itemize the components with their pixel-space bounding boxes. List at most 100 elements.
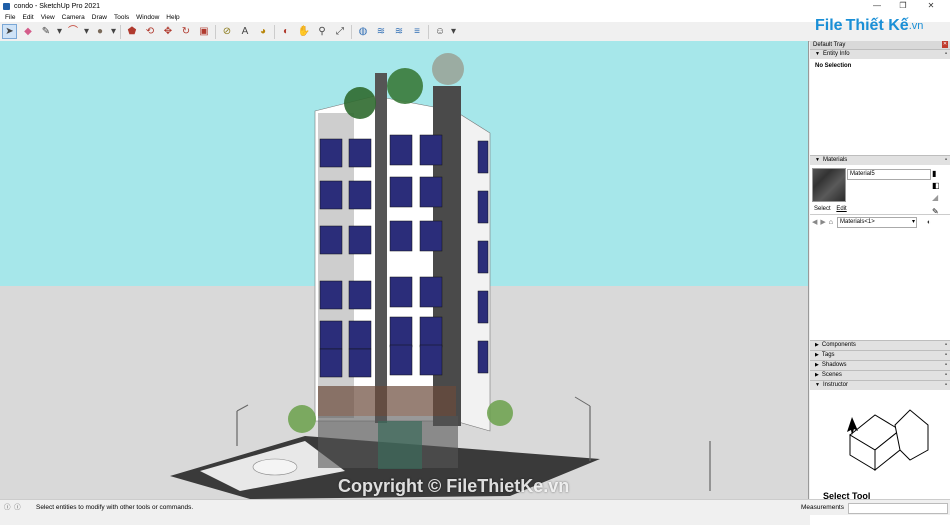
warehouse-icon[interactable]: ◍ bbox=[356, 25, 370, 39]
material-collection-select[interactable]: Materials<1> bbox=[837, 216, 918, 228]
material-name-field[interactable]: Material5 bbox=[847, 169, 931, 180]
tray-close-icon[interactable]: ✕ bbox=[942, 41, 948, 48]
materials-label: Materials bbox=[822, 157, 848, 163]
minimize-button[interactable]: — bbox=[866, 0, 888, 12]
default-material-icon[interactable]: ◧ bbox=[932, 181, 940, 190]
account-dropdown-icon[interactable]: ▾ bbox=[451, 25, 456, 39]
expand-arrow-icon: ▶ bbox=[815, 352, 819, 358]
panel-close-icon[interactable]: ▪ bbox=[945, 156, 947, 165]
account-icon[interactable]: ☺ bbox=[433, 25, 447, 39]
instructor-label: Instructor bbox=[822, 382, 848, 388]
toolbar-separator bbox=[428, 24, 429, 39]
car bbox=[252, 458, 298, 476]
entity-info-header[interactable]: ▼ Entity Info ▪ bbox=[810, 49, 950, 59]
expand-arrow-icon: ▶ bbox=[815, 342, 819, 348]
push-pull-icon[interactable]: ⬟ bbox=[125, 25, 139, 39]
zoom-icon[interactable]: ⚲ bbox=[315, 25, 329, 39]
components-label: Components bbox=[821, 342, 856, 348]
forward-icon[interactable]: ▶ bbox=[820, 218, 825, 226]
extension-warehouse-icon[interactable]: ≋ bbox=[374, 25, 388, 39]
entity-info-label: Entity Info bbox=[822, 51, 850, 57]
sketchup-sends-icon[interactable]: ≡ bbox=[410, 25, 424, 39]
sample-paint-icon[interactable]: ✎ bbox=[932, 207, 939, 216]
arc-dropdown-icon[interactable]: ▾ bbox=[84, 25, 89, 39]
panel-close-icon[interactable]: ▪ bbox=[945, 50, 947, 59]
text-icon[interactable]: A bbox=[238, 25, 252, 39]
orbit-icon[interactable]: ◐ bbox=[279, 25, 293, 39]
default-tray: Default Tray ✕ ▼ Entity Info ▪ No Selecti… bbox=[810, 41, 950, 525]
components-header[interactable]: ▶ Components ▪ bbox=[810, 340, 950, 350]
tab-edit[interactable]: Edit bbox=[836, 206, 846, 212]
shape-dropdown-icon[interactable]: ▾ bbox=[111, 25, 116, 39]
panel-close-icon[interactable]: ▪ bbox=[945, 371, 947, 380]
instructor-header[interactable]: ▼ Instructor ▪ bbox=[810, 380, 950, 390]
menu-bar: File Edit View Camera Draw Tools Window … bbox=[0, 12, 950, 22]
menu-view[interactable]: View bbox=[41, 14, 55, 21]
tags-header[interactable]: ▶ Tags ▪ bbox=[810, 350, 950, 360]
material-swatch[interactable] bbox=[812, 168, 846, 202]
toolbar-separator bbox=[120, 24, 121, 39]
rotate-icon[interactable]: ↻ bbox=[179, 25, 193, 39]
menu-draw[interactable]: Draw bbox=[92, 14, 107, 21]
eraser-icon[interactable]: ◆ bbox=[21, 25, 35, 39]
menu-file[interactable]: File bbox=[5, 14, 15, 21]
logo-part-2: Thiết Kế bbox=[845, 17, 909, 34]
move-icon[interactable]: ✥ bbox=[161, 25, 175, 39]
collapse-arrow-icon: ▼ bbox=[815, 51, 820, 57]
entity-info-body: No Selection bbox=[810, 59, 950, 155]
expand-arrow-icon: ▶ bbox=[815, 372, 819, 378]
panel-close-icon[interactable]: ▪ bbox=[945, 341, 947, 350]
menu-tools[interactable]: Tools bbox=[114, 14, 129, 21]
toolbar-separator bbox=[274, 24, 275, 39]
zoom-extents-icon[interactable]: ⤢ bbox=[333, 25, 347, 39]
tree bbox=[288, 405, 316, 433]
offset-icon[interactable]: ▣ bbox=[197, 25, 211, 39]
model-viewport[interactable] bbox=[0, 41, 809, 499]
menu-window[interactable]: Window bbox=[136, 14, 159, 21]
pencil-dropdown-icon[interactable]: ▾ bbox=[57, 25, 62, 39]
home-icon[interactable]: ⌂ bbox=[829, 219, 833, 226]
entity-info-value: No Selection bbox=[815, 63, 852, 69]
material-preview-toggle-icon[interactable]: ◢ bbox=[932, 193, 938, 202]
materials-body: Material5 ▮ ◧ ◢ Select Edit ✎ ◀ ▶ ⌂ Mate… bbox=[810, 165, 950, 340]
close-window-button[interactable]: ✕ bbox=[920, 0, 942, 12]
details-icon[interactable]: ◐ bbox=[927, 219, 931, 226]
title-bar: condo - SketchUp Pro 2021 bbox=[0, 0, 950, 12]
maximize-button[interactable]: ❐ bbox=[892, 0, 914, 12]
panel-close-icon[interactable]: ▪ bbox=[945, 361, 947, 370]
shadows-header[interactable]: ▶ Shadows ▪ bbox=[810, 360, 950, 370]
materials-tabs: Select Edit bbox=[810, 204, 950, 215]
back-icon[interactable]: ◀ bbox=[812, 218, 817, 226]
instructor-illustration bbox=[847, 409, 929, 472]
tape-measure-icon[interactable]: ⊘ bbox=[220, 25, 234, 39]
status-bar: ⓘ ⓘ Select entities to modify with other… bbox=[0, 499, 950, 515]
status-message: Select entities to modify with other too… bbox=[36, 504, 194, 511]
pan-icon[interactable]: ✋ bbox=[297, 25, 311, 39]
arc-icon[interactable]: ⌒ bbox=[66, 25, 80, 39]
pencil-icon[interactable]: ✎ bbox=[39, 25, 53, 39]
viewport-scene[interactable] bbox=[0, 41, 808, 499]
menu-edit[interactable]: Edit bbox=[22, 14, 33, 21]
shape-icon[interactable]: ● bbox=[93, 25, 107, 39]
collapse-arrow-icon: ▼ bbox=[815, 157, 820, 163]
expand-arrow-icon: ▶ bbox=[815, 362, 819, 368]
shadows-label: Shadows bbox=[821, 362, 847, 368]
menu-help[interactable]: Help bbox=[166, 14, 179, 21]
create-material-icon[interactable]: ▮ bbox=[932, 169, 936, 178]
filethietke-logo: File Thiết Kế .vn bbox=[815, 14, 923, 38]
window-title: condo - SketchUp Pro 2021 bbox=[14, 2, 100, 10]
select-icon[interactable]: ➤ bbox=[2, 24, 17, 39]
tray-title: Default Tray bbox=[813, 42, 846, 48]
follow-me-icon[interactable]: ⟲ bbox=[143, 25, 157, 39]
measurements-input[interactable] bbox=[848, 503, 948, 514]
menu-camera[interactable]: Camera bbox=[62, 14, 85, 21]
tab-select[interactable]: Select bbox=[814, 206, 831, 212]
scenes-header[interactable]: ▶ Scenes ▪ bbox=[810, 370, 950, 380]
tree bbox=[487, 400, 513, 426]
panel-close-icon[interactable]: ▪ bbox=[945, 381, 947, 390]
layout-icon[interactable]: ≋ bbox=[392, 25, 406, 39]
status-icons[interactable]: ⓘ ⓘ bbox=[4, 500, 21, 515]
panel-close-icon[interactable]: ▪ bbox=[945, 351, 947, 360]
paint-bucket-icon[interactable]: ◕ bbox=[256, 25, 270, 39]
materials-header[interactable]: ▼ Materials ▪ bbox=[810, 155, 950, 165]
